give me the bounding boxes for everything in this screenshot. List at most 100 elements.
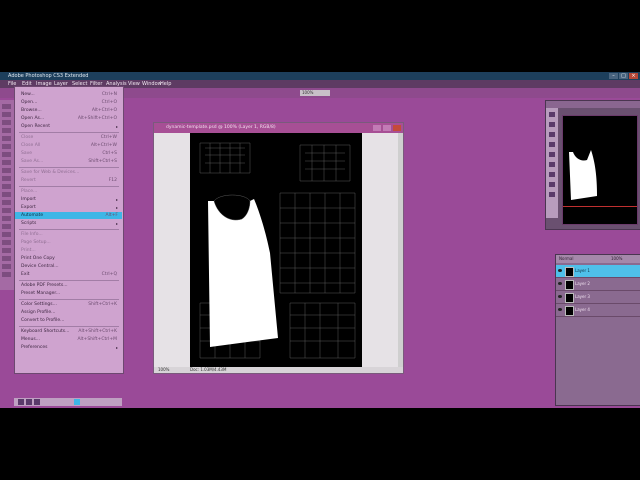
notes-tool-icon[interactable] (2, 248, 11, 253)
pen-tool-icon[interactable] (2, 216, 11, 221)
menu-item-exit[interactable]: Exit Ctrl+Q (21, 271, 121, 278)
layer-row[interactable]: Layer 4 (556, 304, 640, 317)
menu-item-label: Close All (21, 143, 41, 148)
history-brush-tool-icon[interactable] (2, 176, 11, 181)
options-field[interactable]: 100% (300, 90, 330, 96)
menu-separator (19, 229, 119, 230)
menu-item-adobe-pdf-presets[interactable]: Adobe PDF Presets... (21, 282, 121, 289)
move-tool-icon[interactable] (2, 104, 11, 109)
maximize-button[interactable]: □ (619, 73, 628, 79)
menu-item-save[interactable]: Save Ctrl+S (21, 150, 121, 157)
healing-brush-tool-icon[interactable] (2, 152, 11, 157)
document-close-button[interactable] (393, 125, 401, 131)
menu-item-close[interactable]: Close Ctrl+W (21, 134, 121, 141)
menu-item-page-setup[interactable]: Page Setup... (21, 239, 121, 246)
vertical-scrollbar[interactable] (398, 133, 403, 367)
menu-item-revert[interactable]: Revert F12 (21, 177, 121, 184)
dodge-tool-icon[interactable] (2, 208, 11, 213)
path-selection-tool-icon[interactable] (2, 232, 11, 237)
menu-item-label: Save As... (21, 159, 44, 164)
layer-thumbnail (565, 306, 574, 316)
app-title: Adobe Photoshop CS3 Extended (8, 73, 89, 79)
menu-item-label: Adobe PDF Presets... (21, 283, 68, 288)
slice-tool-icon[interactable] (2, 144, 11, 149)
document-minimize-button[interactable] (373, 125, 381, 131)
eyedropper-tool-icon[interactable] (2, 256, 11, 261)
taskbar-icon-2[interactable] (26, 399, 32, 405)
clone-stamp-tool-icon[interactable] (2, 168, 11, 173)
menu-item-new[interactable]: New... Ctrl+N (21, 91, 121, 98)
taskbar-icon-3[interactable] (34, 399, 40, 405)
menu-item-label: Export (21, 205, 36, 210)
document-title-bar: dynamic-template.psd @ 100% (Layer 1, RG… (154, 123, 403, 133)
menu-item-close-all[interactable]: Close All Alt+Ctrl+W (21, 142, 121, 149)
menu-item-import[interactable]: Import ▸ (21, 196, 121, 203)
visibility-eye-icon[interactable] (558, 269, 562, 272)
menu-item-device-central[interactable]: Device Central... (21, 263, 121, 270)
panel-icon-strip (546, 108, 558, 218)
close-button[interactable]: × (629, 73, 638, 79)
navigator-tabs[interactable] (546, 101, 640, 108)
shape-tool-icon[interactable] (2, 240, 11, 245)
marquee-tool-icon[interactable] (2, 112, 11, 117)
navigator-thumbnail[interactable] (562, 115, 638, 225)
menu-item-file-info[interactable]: File Info... (21, 231, 121, 238)
hand-tool-icon[interactable] (2, 264, 11, 269)
panel-icon[interactable] (549, 192, 555, 197)
menu-item-preset-manager[interactable]: Preset Manager... (21, 290, 121, 297)
layer-row[interactable]: Layer 3 (556, 291, 640, 304)
menu-item-keyboard-shortcuts[interactable]: Keyboard Shortcuts... Alt+Shift+Ctrl+K (21, 328, 121, 335)
menu-help[interactable]: Help (160, 80, 171, 88)
panel-icon[interactable] (549, 142, 555, 147)
visibility-eye-icon[interactable] (558, 295, 562, 298)
document-canvas[interactable] (190, 133, 362, 367)
magic-wand-tool-icon[interactable] (2, 128, 11, 133)
layer-row[interactable]: Layer 1 (556, 265, 640, 278)
menu-item-place[interactable]: Place... (21, 188, 121, 195)
menu-item-save-for-web-devices[interactable]: Save for Web & Devices... (21, 169, 121, 176)
menu-item-convert-to-profile[interactable]: Convert to Profile... (21, 317, 121, 324)
panel-icon[interactable] (549, 112, 555, 117)
menu-item-scripts[interactable]: Scripts ▸ (21, 220, 121, 227)
visibility-eye-icon[interactable] (558, 308, 562, 311)
menu-item-browse[interactable]: Browse... Alt+Ctrl+O (21, 107, 121, 114)
eraser-tool-icon[interactable] (2, 184, 11, 189)
menu-item-assign-profile[interactable]: Assign Profile... (21, 309, 121, 316)
opacity-field[interactable]: 100% (611, 255, 622, 263)
panel-icon[interactable] (549, 172, 555, 177)
type-tool-icon[interactable] (2, 224, 11, 229)
brush-tool-icon[interactable] (2, 160, 11, 165)
menu-item-save-as[interactable]: Save As... Shift+Ctrl+S (21, 158, 121, 165)
menu-item-open[interactable]: Open... Ctrl+O (21, 99, 121, 106)
blur-tool-icon[interactable] (2, 200, 11, 205)
menu-item-print-one-copy[interactable]: Print One Copy (21, 255, 121, 262)
taskbar-icon-active[interactable] (74, 399, 80, 405)
menu-window[interactable]: Window (142, 80, 162, 88)
taskbar-icon-1[interactable] (18, 399, 24, 405)
layer-row[interactable]: Layer 2 (556, 278, 640, 291)
crop-tool-icon[interactable] (2, 136, 11, 141)
menu-view[interactable]: View (128, 80, 140, 88)
panel-icon[interactable] (549, 152, 555, 157)
menu-item-menus[interactable]: Menus... Alt+Shift+Ctrl+M (21, 336, 121, 343)
menu-item-automate[interactable]: Automate Alt+F (15, 212, 122, 219)
panel-icon[interactable] (549, 132, 555, 137)
document-maximize-button[interactable] (383, 125, 391, 131)
gradient-tool-icon[interactable] (2, 192, 11, 197)
panel-icon[interactable] (549, 162, 555, 167)
zoom-level[interactable]: 100% (158, 367, 169, 373)
menu-item-open-as[interactable]: Open As... Alt+Shift+Ctrl+O (21, 115, 121, 122)
panel-icon[interactable] (549, 182, 555, 187)
menu-item-preferences[interactable]: Preferences ▸ (21, 344, 121, 351)
minimize-button[interactable]: – (609, 73, 618, 79)
zoom-tool-icon[interactable] (2, 272, 11, 277)
menu-item-print[interactable]: Print... (21, 247, 121, 254)
menu-item-export[interactable]: Export ▸ (21, 204, 121, 211)
menu-item-open-recent[interactable]: Open Recent ▸ (21, 123, 121, 130)
blend-mode-select[interactable]: Normal (559, 255, 573, 263)
menu-item-label: Print One Copy (21, 256, 55, 261)
lasso-tool-icon[interactable] (2, 120, 11, 125)
visibility-eye-icon[interactable] (558, 282, 562, 285)
panel-icon[interactable] (549, 122, 555, 127)
menu-item-color-settings[interactable]: Color Settings... Shift+Ctrl+K (21, 301, 121, 308)
